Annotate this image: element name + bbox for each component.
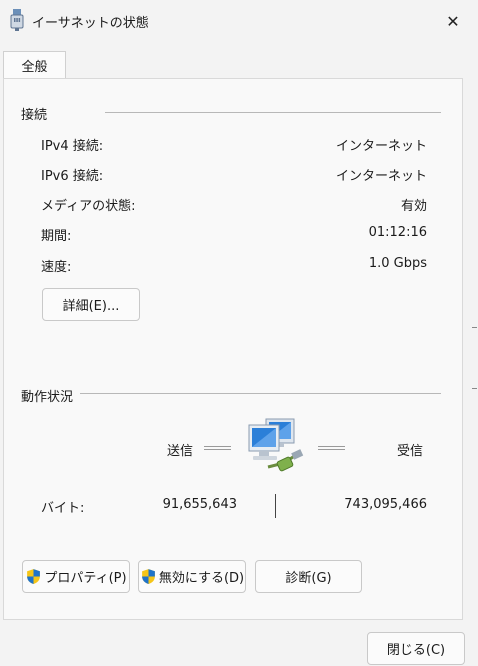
tab-general[interactable]: 全般 [3, 51, 66, 79]
diagnose-button[interactable]: 診断(G) [255, 560, 362, 593]
speed-value: 1.0 Gbps [368, 256, 427, 271]
ipv4-value: インターネット [335, 139, 427, 154]
window-title: イーサネットの状態 [32, 16, 149, 31]
ipv4-label: IPv4 接続: [41, 139, 104, 154]
ipv6-label: IPv6 接続: [41, 169, 104, 184]
close-window-button[interactable]: ✕ [436, 8, 470, 34]
details-button[interactable]: 詳細(E)... [42, 288, 140, 321]
edge-mark [472, 388, 477, 389]
bytes-sent-value: 91,655,643 [162, 497, 237, 512]
bytes-label: バイト: [41, 501, 85, 516]
network-computers-icon [248, 418, 304, 472]
activity-group-title: 動作状況 [21, 390, 74, 405]
disable-button-label: 無効にする(D) [158, 571, 245, 586]
disable-button[interactable]: 無効にする(D) [138, 560, 246, 593]
duration-value: 01:12:16 [368, 225, 427, 240]
duration-label: 期間: [41, 229, 72, 244]
ipv6-value: インターネット [335, 169, 427, 184]
properties-button[interactable]: プロパティ(P) [22, 560, 130, 593]
connection-divider [105, 112, 441, 113]
connection-group-title: 接続 [21, 108, 48, 123]
received-label: 受信 [397, 444, 424, 459]
media-state-label: メディアの状態: [41, 199, 136, 214]
uac-shield-icon [141, 569, 155, 584]
ethernet-icon [10, 9, 24, 31]
bytes-separator [275, 494, 276, 518]
received-dashes [318, 446, 345, 450]
close-icon: ✕ [446, 11, 460, 31]
activity-divider [80, 393, 441, 394]
bytes-received-value: 743,095,466 [344, 497, 427, 512]
properties-button-label: プロパティ(P) [44, 571, 127, 586]
uac-shield-icon [27, 569, 41, 584]
sent-dashes [204, 446, 231, 450]
sent-label: 送信 [167, 444, 194, 459]
general-panel [3, 78, 463, 620]
edge-mark [472, 327, 477, 328]
media-state-value: 有効 [400, 199, 427, 214]
title-bar: イーサネットの状態 ✕ [0, 0, 478, 42]
speed-label: 速度: [41, 260, 72, 275]
close-button[interactable]: 閉じる(C) [367, 632, 465, 665]
